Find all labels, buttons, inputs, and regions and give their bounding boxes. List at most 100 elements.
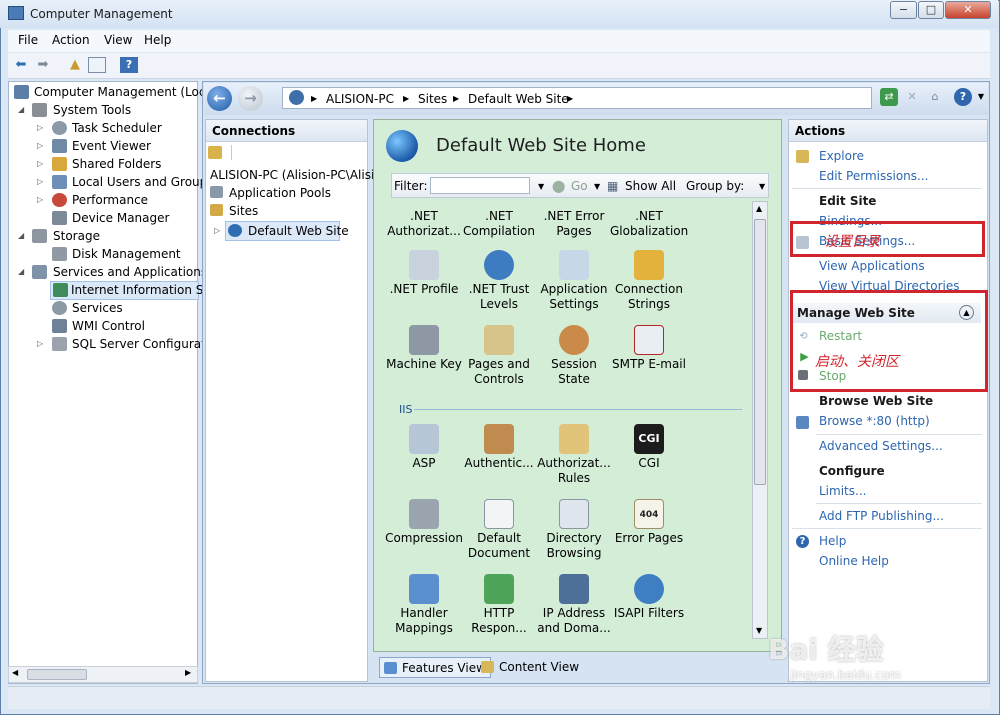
collapsed-arrow-icon[interactable]: ▷	[37, 191, 43, 209]
feature-connection-strings[interactable]: Connection Strings	[610, 250, 688, 312]
feature-dotnet-globalization[interactable]: .NET Globalization	[610, 209, 688, 239]
filter-input[interactable]	[430, 177, 530, 194]
tree-device-manager[interactable]: Device Manager	[37, 209, 169, 227]
scroll-down-icon[interactable]: ▼	[756, 626, 762, 635]
help-dropdown-icon[interactable]: ▼	[972, 88, 990, 106]
limits-link[interactable]: Limits...	[819, 484, 866, 498]
feature-directory-browsing[interactable]: Directory Browsing	[535, 499, 613, 561]
expanded-arrow-icon[interactable]: ◢	[18, 101, 24, 119]
crumb-sites[interactable]: Sites	[418, 92, 447, 106]
feature-authentication[interactable]: Authentic...	[460, 424, 538, 471]
feature-dotnet-profile[interactable]: .NET Profile	[385, 250, 463, 297]
menu-help[interactable]: Help	[144, 33, 171, 47]
menu-file[interactable]: File	[18, 33, 38, 47]
feature-pages-controls[interactable]: Pages and Controls	[460, 325, 538, 387]
scroll-up-icon[interactable]: ▲	[756, 204, 762, 213]
tree-shared-folders[interactable]: ▷ Shared Folders	[37, 155, 161, 173]
help-link[interactable]: Help	[819, 534, 846, 548]
group-by-label[interactable]: Group by:	[686, 179, 744, 193]
feature-machine-key[interactable]: Machine Key	[385, 325, 463, 372]
go-button[interactable]: Go	[571, 179, 588, 193]
tree-horizontal-scrollbar[interactable]: ◀ ▶	[8, 666, 198, 683]
tree-root[interactable]: Computer Management (Local	[14, 83, 216, 101]
edit-permissions-link[interactable]: Edit Permissions...	[819, 169, 928, 183]
group-by-dropdown-icon[interactable]: ▼	[759, 182, 765, 191]
feature-isapi-filters[interactable]: ISAPI Filters	[610, 574, 688, 621]
scroll-thumb[interactable]	[754, 219, 766, 485]
tab-features-view[interactable]: Features View	[379, 657, 491, 678]
expanded-arrow-icon[interactable]: ◢	[18, 263, 24, 281]
advanced-settings-link[interactable]: Advanced Settings...	[819, 439, 943, 453]
maximize-button[interactable]: □	[918, 1, 944, 19]
feature-session-state[interactable]: Session State	[535, 325, 613, 387]
menu-view[interactable]: View	[104, 33, 132, 47]
tree-disk-management[interactable]: Disk Management	[37, 245, 181, 263]
minimize-button[interactable]: −	[890, 1, 917, 19]
scroll-right-icon[interactable]: ▶	[185, 668, 191, 677]
expanded-arrow-icon[interactable]: ◢	[18, 227, 24, 245]
browse-80-link[interactable]: Browse *:80 (http)	[819, 414, 930, 428]
feature-http-response[interactable]: HTTP Respon...	[460, 574, 538, 636]
features-vertical-scrollbar[interactable]: ▲ ▼	[752, 201, 768, 639]
show-all-button[interactable]: Show All	[625, 179, 676, 193]
refresh-icon[interactable]: ⇄	[880, 88, 898, 106]
feature-compression[interactable]: Compression	[385, 499, 463, 546]
forward-nav-icon[interactable]: →	[238, 86, 263, 111]
tree-services[interactable]: Services	[37, 299, 123, 317]
stop-nav-icon[interactable]: ✕	[903, 88, 921, 106]
collapsed-arrow-icon[interactable]: ▷	[37, 155, 43, 173]
collapsed-arrow-icon[interactable]: ▷	[37, 137, 43, 155]
go-dropdown-icon[interactable]: ▼	[594, 182, 600, 191]
tree-sql[interactable]: ▷ SQL Server Configuratic	[37, 335, 216, 353]
feature-ip-address[interactable]: IP Address and Doma...	[535, 574, 613, 636]
feature-default-document[interactable]: Default Document	[460, 499, 538, 561]
back-nav-icon[interactable]: ←	[207, 86, 232, 111]
view-applications-link[interactable]: View Applications	[819, 259, 925, 273]
scroll-thumb[interactable]	[27, 669, 87, 680]
help-icon[interactable]: ?	[120, 57, 138, 73]
conn-default-web-site[interactable]: Default Web Site	[225, 221, 349, 241]
conn-server-node[interactable]: ALISION-PC (Alision-PC\Alisi	[210, 166, 374, 184]
feature-dotnet-error-pages[interactable]: .NET Error Pages	[535, 209, 613, 239]
tree-storage[interactable]: ◢ Storage	[18, 227, 100, 245]
tree-system-tools[interactable]: ◢ System Tools	[18, 101, 131, 119]
breadcrumb[interactable]: ▶ ALISION-PC ▶ Sites ▶ Default Web Site …	[282, 87, 872, 109]
help-icon[interactable]: ?	[954, 88, 972, 106]
collapsed-arrow-icon[interactable]: ▷	[37, 335, 43, 353]
collapsed-arrow-icon[interactable]: ▷	[37, 173, 43, 191]
feature-dotnet-authorization[interactable]: .NET Authorizat...	[385, 209, 463, 239]
feature-asp[interactable]: ASP	[385, 424, 463, 471]
tree-event-viewer[interactable]: ▷ Event Viewer	[37, 137, 151, 155]
up-folder-icon[interactable]: ▲	[66, 57, 84, 73]
feature-dotnet-trust[interactable]: .NET Trust Levels	[460, 250, 538, 312]
conn-sites[interactable]: Sites	[210, 202, 258, 220]
feature-authorization-rules[interactable]: Authorizat... Rules	[535, 424, 613, 486]
tree-wmi[interactable]: WMI Control	[37, 317, 145, 335]
filter-dropdown-icon[interactable]: ▼	[538, 182, 544, 191]
collapsed-arrow-icon[interactable]: ▷	[37, 119, 43, 137]
feature-app-settings[interactable]: Application Settings	[535, 250, 613, 312]
tree-performance[interactable]: ▷ Performance	[37, 191, 148, 209]
add-ftp-publishing-link[interactable]: Add FTP Publishing...	[819, 509, 944, 523]
home-icon[interactable]: ⌂	[926, 88, 944, 106]
feature-error-pages[interactable]: 404 Error Pages	[610, 499, 688, 546]
crumb-server[interactable]: ALISION-PC	[326, 92, 394, 106]
back-arrow-icon[interactable]: ⬅	[12, 57, 30, 73]
tree-task-scheduler[interactable]: ▷ Task Scheduler	[37, 119, 162, 137]
feature-smtp-email[interactable]: SMTP E-mail	[610, 325, 688, 372]
conn-app-pools[interactable]: Application Pools	[210, 184, 331, 202]
tree-iis[interactable]: Internet Information Ser	[50, 281, 216, 300]
feature-cgi[interactable]: CGI CGI	[610, 424, 688, 471]
menu-action[interactable]: Action	[52, 33, 90, 47]
online-help-link[interactable]: Online Help	[819, 554, 889, 568]
explore-link[interactable]: Explore	[819, 149, 864, 163]
forward-arrow-icon[interactable]: ➡	[34, 57, 52, 73]
scroll-left-icon[interactable]: ◀	[12, 668, 18, 677]
show-hide-tree-icon[interactable]	[88, 57, 106, 73]
collapsed-arrow-icon[interactable]: ▷	[214, 226, 220, 235]
tree-services-apps[interactable]: ◢ Services and Applications	[18, 263, 207, 281]
close-button[interactable]: ✕	[945, 1, 991, 19]
feature-handler-mappings[interactable]: Handler Mappings	[385, 574, 463, 636]
feature-dotnet-compilation[interactable]: .NET Compilation	[460, 209, 538, 239]
tree-local-users[interactable]: ▷ Local Users and Groups	[37, 173, 214, 191]
